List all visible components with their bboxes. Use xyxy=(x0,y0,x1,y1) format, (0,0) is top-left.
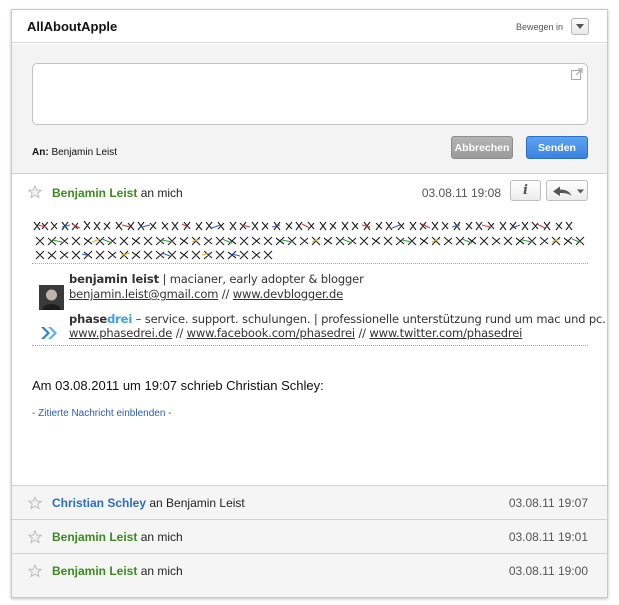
reply-compose-area: An: Benjamin Leist Abbrechen Senden xyxy=(12,44,607,174)
signature-email-link[interactable]: benjamin.leist@gmail.com xyxy=(69,287,218,301)
avatar xyxy=(39,285,64,310)
move-to-label: Bewegen in xyxy=(515,22,563,32)
thread-row-time: 03.08.11 19:01 xyxy=(508,530,588,544)
signature-name: benjamin leist xyxy=(69,272,159,286)
popout-icon[interactable] xyxy=(571,68,583,80)
star-icon[interactable] xyxy=(28,530,42,544)
brand-phase: phase xyxy=(69,312,108,326)
thread-row[interactable]: Benjamin Leist an mich 03.08.11 19:01 xyxy=(12,519,607,553)
recipient-text: an mich xyxy=(140,564,183,578)
to-value: Benjamin Leist xyxy=(51,147,118,158)
phasedrei-chevron-logo xyxy=(41,327,57,339)
send-button[interactable]: Senden xyxy=(526,136,588,159)
sender-name: Christian Schley xyxy=(52,496,147,510)
conversation-topbar: AllAboutApple Bewegen in xyxy=(12,10,607,43)
brand-tagline: – service. support. schulungen. | profes… xyxy=(132,312,606,326)
move-to-dropdown[interactable] xyxy=(571,18,589,35)
reply-button[interactable] xyxy=(546,180,588,201)
recipient-text: an Benjamin Leist xyxy=(149,496,245,510)
signature-divider-top xyxy=(32,263,588,264)
info-icon[interactable]: i xyxy=(510,180,541,201)
conversation-title: AllAboutApple xyxy=(27,19,118,34)
redacted-message-body xyxy=(33,220,585,260)
thread-row-time: 03.08.11 19:07 xyxy=(508,496,588,510)
chevron-down-icon xyxy=(576,24,584,29)
cancel-button[interactable]: Abbrechen xyxy=(451,136,513,159)
signature-blog-link[interactable]: www.devblogger.de xyxy=(233,287,344,301)
thread-row-time: 03.08.11 19:00 xyxy=(508,564,588,578)
brand-drei: drei xyxy=(107,312,133,326)
signature-separator: // xyxy=(218,287,233,301)
signature-tagline: | macianer, early adopter & blogger xyxy=(158,272,364,286)
signature-line-3: phasedrei – service. support. schulungen… xyxy=(69,312,606,326)
recipient-text: an mich xyxy=(140,186,183,200)
conversation-panel: AllAboutApple Bewegen in An: Benjamin Le… xyxy=(11,9,608,598)
to-label: An: xyxy=(32,147,49,158)
thread-row[interactable]: Christian Schley an Benjamin Leist 03.08… xyxy=(12,485,607,519)
sender-name: Benjamin Leist xyxy=(52,530,138,544)
thread-row-participants: Christian Schley an Benjamin Leist xyxy=(52,496,245,510)
signature-line-2: benjamin.leist@gmail.com // www.devblogg… xyxy=(69,287,343,301)
message-timestamp: 03.08.11 19:08 xyxy=(421,186,501,200)
star-icon[interactable] xyxy=(28,564,42,578)
star-icon[interactable] xyxy=(28,185,42,199)
phasedrei-twitter-link[interactable]: www.twitter.com/phasedrei xyxy=(369,326,522,340)
thread-row-participants: Benjamin Leist an mich xyxy=(52,530,183,544)
recipient-line: An: Benjamin Leist xyxy=(32,147,117,158)
reply-icon xyxy=(553,186,584,196)
message-header[interactable]: Benjamin Leist an mich 03.08.11 19:08 i xyxy=(12,175,607,205)
quote-intro: Am 03.08.2011 um 19:07 schrieb Christian… xyxy=(32,378,324,393)
show-quoted-text-link[interactable]: - Zitierte Nachricht einblenden - xyxy=(32,408,172,419)
reply-textarea[interactable] xyxy=(32,63,588,125)
sender-name[interactable]: Benjamin Leist xyxy=(52,186,137,200)
phasedrei-facebook-link[interactable]: www.facebook.com/phasedrei xyxy=(187,326,355,340)
signature-separator: // xyxy=(172,326,187,340)
star-icon[interactable] xyxy=(28,496,42,510)
phasedrei-website-link[interactable]: www.phasedrei.de xyxy=(69,326,172,340)
thread-row[interactable]: Benjamin Leist an mich 03.08.11 19:00 xyxy=(12,553,607,597)
signature-line-1: benjamin leist | macianer, early adopter… xyxy=(69,272,364,286)
signature-line-4: www.phasedrei.de // www.facebook.com/pha… xyxy=(69,326,522,340)
sender-name: Benjamin Leist xyxy=(52,564,138,578)
thread-row-participants: Benjamin Leist an mich xyxy=(52,564,183,578)
recipient-text: an mich xyxy=(140,530,183,544)
message-participants: Benjamin Leist an mich xyxy=(52,186,183,200)
signature-separator: // xyxy=(354,326,370,340)
signature-divider-bottom xyxy=(32,345,588,346)
